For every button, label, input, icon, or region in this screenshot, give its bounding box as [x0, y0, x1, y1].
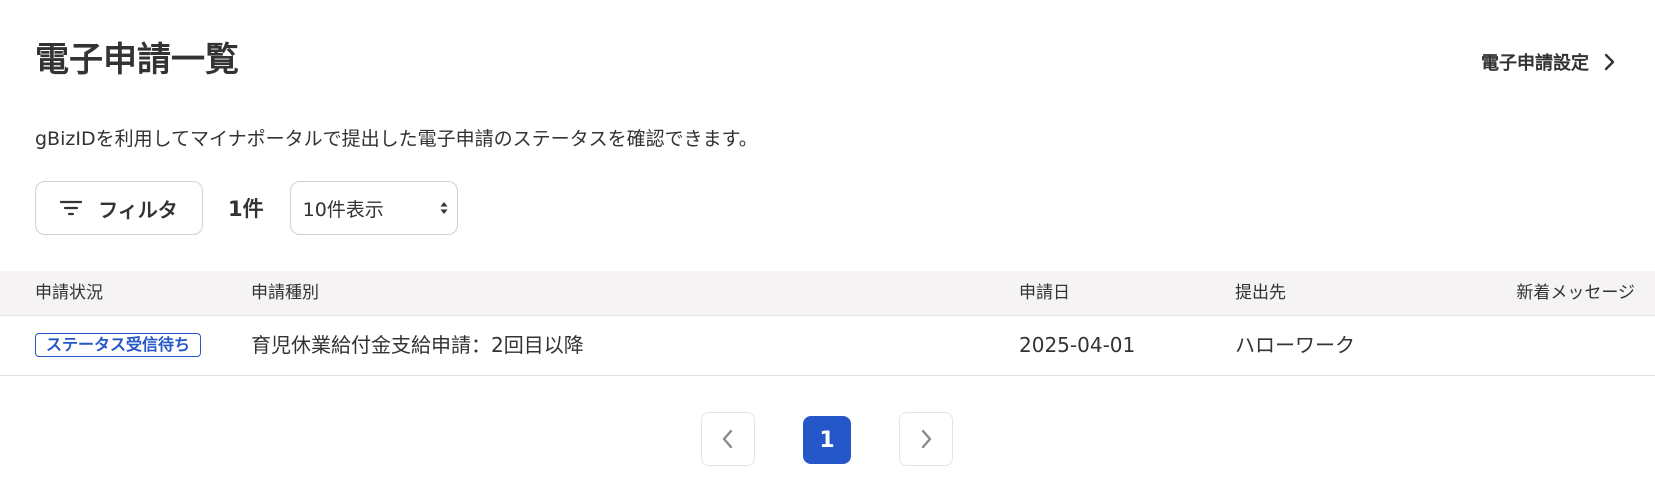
- toolbar: フィルタ 1件 10件表示: [35, 181, 458, 235]
- page-title: 電子申請一覧: [35, 40, 239, 80]
- application-date: 2025-04-01: [1019, 333, 1136, 357]
- pagination: 1: [0, 412, 1655, 466]
- filter-button-label: フィルタ: [98, 197, 178, 222]
- column-header-type: 申請種別: [251, 283, 319, 303]
- filter-icon: [60, 200, 83, 216]
- chevron-right-icon: [921, 429, 932, 449]
- result-count: 1件: [228, 197, 264, 221]
- settings-link-label: 電子申請設定: [1481, 53, 1589, 74]
- column-header-date: 申請日: [1019, 283, 1070, 303]
- select-arrows-icon: [440, 202, 448, 214]
- column-header-destination: 提出先: [1235, 283, 1286, 303]
- status-badge: ステータス受信待ち: [35, 333, 202, 357]
- chevron-left-icon: [722, 429, 733, 449]
- filter-button[interactable]: フィルタ: [35, 181, 203, 235]
- table-header: 申請状況 申請種別 申請日 提出先 新着メッセージ: [0, 271, 1655, 316]
- table-row[interactable]: ステータス受信待ち 育児休業給付金支給申請：2回目以降 2025-04-01 ハ…: [0, 316, 1655, 376]
- column-header-status: 申請状況: [35, 283, 103, 303]
- chevron-right-icon: [1604, 53, 1615, 71]
- page-size-value: 10件表示: [302, 198, 384, 221]
- application-type[interactable]: 育児休業給付金支給申請：2回目以降: [251, 316, 584, 374]
- page-description: gBizIDを利用してマイナポータルで提出した電子申請のステータスを確認できます…: [35, 128, 758, 150]
- page-size-select[interactable]: 10件表示: [289, 181, 458, 235]
- settings-link[interactable]: 電子申請設定: [1481, 44, 1615, 80]
- next-page-button[interactable]: [899, 412, 953, 466]
- prev-page-button[interactable]: [701, 412, 755, 466]
- column-header-new-message: 新着メッセージ: [1516, 283, 1635, 303]
- page-number-current[interactable]: 1: [803, 416, 851, 464]
- submission-destination: ハローワーク: [1235, 333, 1355, 357]
